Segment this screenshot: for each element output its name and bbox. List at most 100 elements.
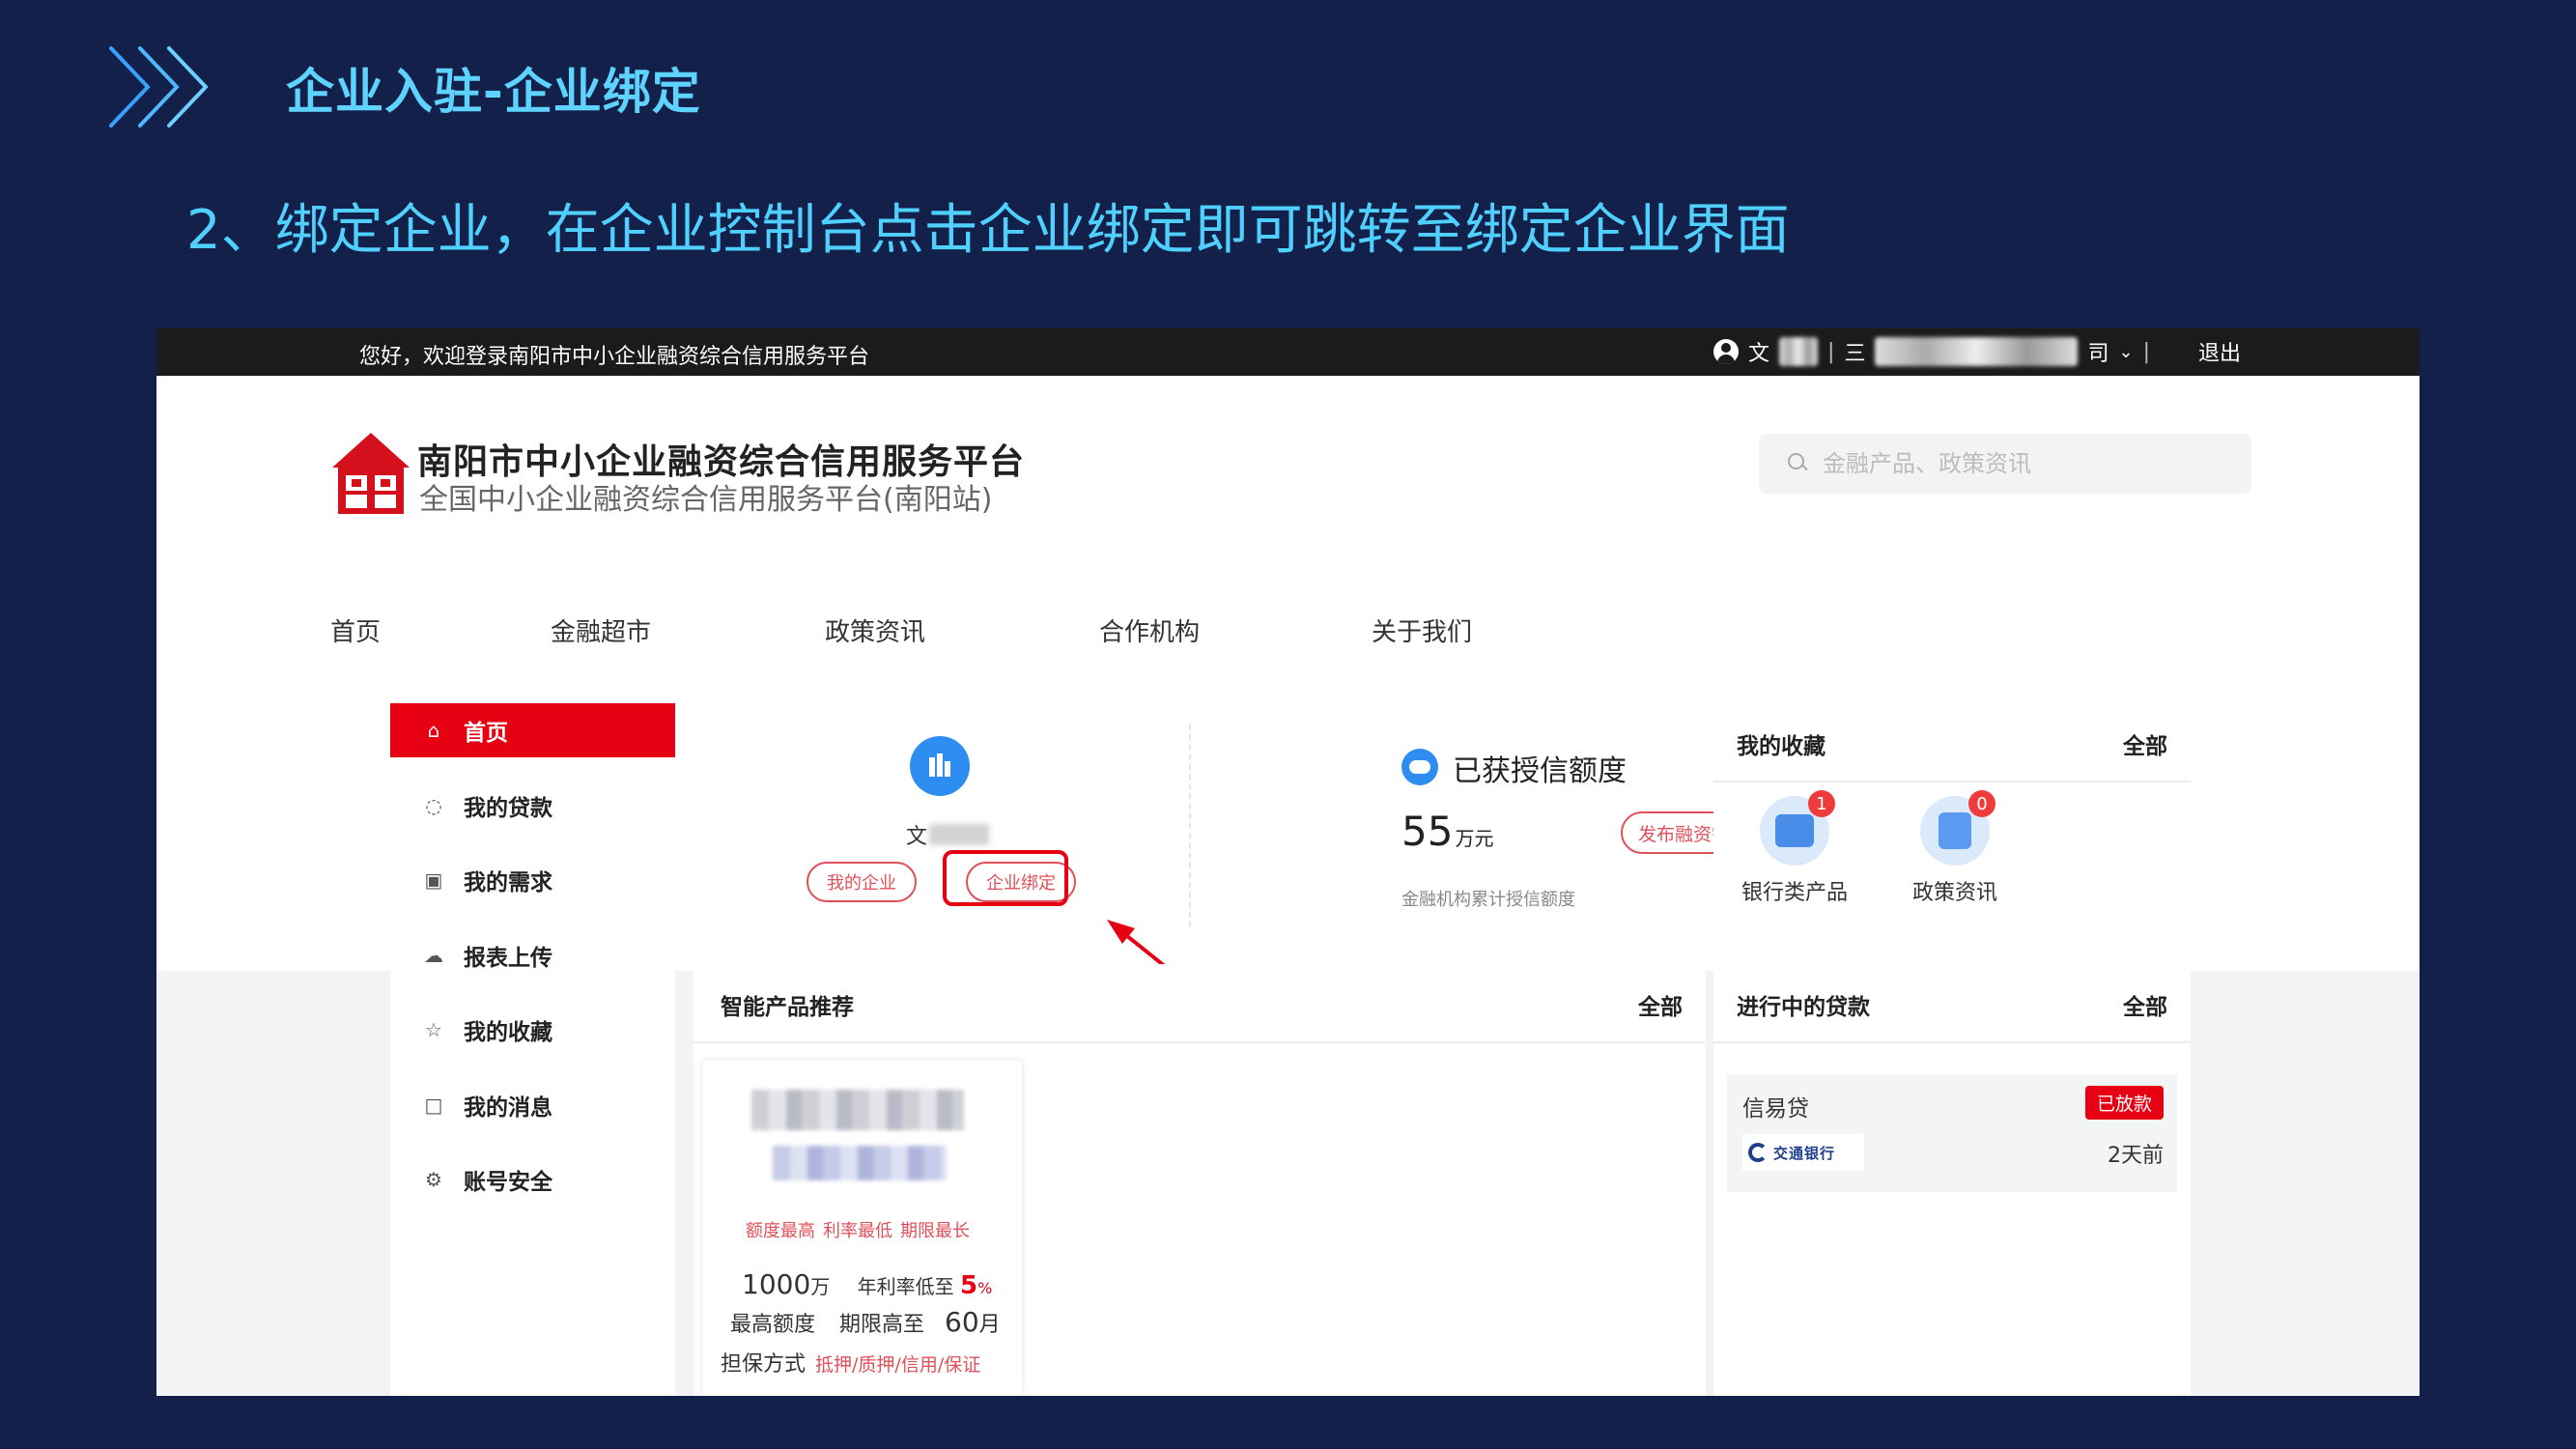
guarantee-value: 抵押/质押/信用/保证 — [815, 1354, 981, 1376]
browser-screenshot: 您好，欢迎登录南阳市中小企业融资综合信用服务平台 文 | 三 司 ⌄ | 退出 … — [156, 328, 2420, 1396]
sidebar-item-account-security[interactable]: ⚙ 账号安全 — [390, 1152, 675, 1207]
blurred-username — [929, 824, 990, 845]
chevrons-icon — [109, 46, 209, 128]
sidebar-item-home[interactable]: ⌂ 首页 — [390, 703, 675, 757]
profile-card: 文 我的企业 企业绑定 已获授信额度 55 万元 发布融资需求 金融机构累计授信额… — [694, 703, 1766, 945]
sidebar-item-label: 首页 — [464, 721, 508, 746]
star-icon: ☆ — [425, 1018, 442, 1041]
sidebar-item-label: 我的收藏 — [464, 1020, 552, 1045]
products-all-link[interactable]: 全部 — [1638, 988, 1683, 1021]
amount-label: 最高额度 — [730, 1313, 816, 1337]
coins-icon: ◌ — [425, 793, 442, 817]
separator: | — [2142, 339, 2150, 364]
divider — [1189, 724, 1191, 927]
slide-title: 企业入驻-企业绑定 — [286, 64, 701, 120]
document-icon: 0 — [1920, 790, 1996, 866]
status-badge: 已放款 — [2084, 1086, 2164, 1120]
sidebar-item-my-favorites[interactable]: ☆ 我的收藏 — [390, 1003, 675, 1057]
search-input[interactable] — [1821, 449, 2230, 478]
amount-value: 1000 — [742, 1268, 811, 1300]
separator: | — [1827, 339, 1835, 364]
bank-logo: 交通银行 — [1742, 1134, 1864, 1171]
blurred-company-name — [1875, 337, 2079, 366]
bind-button-highlight — [943, 850, 1068, 906]
console-sidebar: ⌂ 首页 ◌ 我的贷款 ▣ 我的需求 ☁ 报表上传 ☆ 我的收藏 □ 我的消息 … — [390, 703, 675, 1396]
upload-cloud-icon: ☁ — [424, 943, 443, 967]
favorite-policy-news[interactable]: 0 政策资讯 — [1887, 790, 2023, 906]
chevron-down-icon[interactable]: ⌄ — [2118, 342, 2133, 362]
nav-item-about[interactable]: 关于我们 — [1372, 612, 1472, 648]
credit-amount-unit: 万元 — [1455, 827, 1494, 850]
platform-logo-icon — [332, 433, 410, 514]
sidebar-item-report-upload[interactable]: ☁ 报表上传 — [390, 928, 675, 982]
term-value: 60 — [945, 1306, 979, 1338]
credit-amount: 55 万元 — [1401, 808, 1493, 855]
user-area[interactable]: 文 | 三 司 ⌄ | 退出 — [1713, 336, 2241, 367]
nav-item-partners[interactable]: 合作机构 — [1099, 612, 1372, 648]
rate-value: 5 — [959, 1271, 978, 1300]
nav-item-policy-news[interactable]: 政策资讯 — [825, 612, 1099, 648]
message-icon: □ — [424, 1093, 443, 1117]
favorite-label: 银行类产品 — [1741, 881, 1848, 905]
loan-item[interactable]: 信易贷 已放款 交通银行 2天前 — [1727, 1074, 2177, 1192]
sidebar-item-my-requests[interactable]: ▣ 我的需求 — [390, 853, 675, 907]
top-bar: 您好，欢迎登录南阳市中小企业融资综合信用服务平台 文 | 三 司 ⌄ | 退出 — [156, 328, 2420, 376]
guarantee-label: 担保方式 — [721, 1352, 807, 1377]
count-badge: 1 — [1808, 790, 1835, 817]
card-header: 智能产品推荐 全部 — [694, 964, 1706, 1043]
term-label: 期限高至 — [839, 1313, 925, 1337]
favorites-all-link[interactable]: 全部 — [2123, 727, 2167, 760]
company-suffix: 司 — [2087, 342, 2109, 366]
sidebar-item-my-loans[interactable]: ◌ 我的贷款 — [390, 779, 675, 833]
sidebar-item-label: 我的贷款 — [464, 795, 552, 821]
blurred-bank-name — [773, 1146, 947, 1180]
sidebar-item-label: 账号安全 — [464, 1170, 552, 1195]
gear-icon: ⚙ — [425, 1168, 442, 1191]
product-labels-row: 最高额度 期限高至 60月 — [730, 1306, 1001, 1338]
home-icon: ⌂ — [427, 719, 440, 742]
loan-time: 2天前 — [2108, 1144, 2164, 1168]
user-name-prefix: 文 — [906, 825, 928, 849]
welcome-text: 您好，欢迎登录南阳市中小企业融资综合信用服务平台 — [359, 345, 870, 369]
product-amount-rate-row: 1000万 年利率低至 5% — [742, 1268, 992, 1300]
slide-subtitle: 2、绑定企业，在企业控制台点击企业绑定即可跳转至绑定企业界面 — [186, 199, 1790, 262]
products-title: 智能产品推荐 — [721, 995, 854, 1020]
loans-title: 进行中的贷款 — [1737, 995, 1870, 1020]
loan-name: 信易贷 — [1742, 1096, 1809, 1122]
term-unit: 月 — [978, 1313, 1001, 1337]
sidebar-item-label: 我的消息 — [464, 1094, 552, 1121]
search-box[interactable] — [1759, 434, 2251, 494]
product-tags: 额度最高 利率最低 期限最长 — [746, 1217, 977, 1242]
bank-card-icon: 1 — [1760, 790, 1835, 866]
user-name: 文 — [906, 819, 990, 850]
blurred-product-name — [751, 1090, 964, 1130]
tag: 期限最长 — [900, 1221, 970, 1241]
favorites-card: 我的收藏 全部 1 银行类产品 0 政策资讯 — [1713, 703, 2191, 945]
company-building-icon — [910, 736, 970, 796]
credit-amount-value: 55 — [1401, 808, 1454, 855]
nav-item-home[interactable]: 首页 — [330, 612, 551, 648]
blurred-username — [1779, 337, 1819, 366]
card-header: 进行中的贷款 全部 — [1713, 964, 2191, 1043]
rate-unit: % — [977, 1279, 993, 1297]
count-badge: 0 — [1968, 790, 1996, 817]
request-icon: ▣ — [424, 868, 443, 892]
credit-title: 已获授信额度 — [1453, 754, 1627, 788]
bank-logo-icon — [1748, 1143, 1768, 1162]
my-company-button[interactable]: 我的企业 — [807, 862, 917, 902]
product-card[interactable]: 额度最高 利率最低 期限最长 1000万 年利率低至 5% 最高额度 期限高至 60… — [703, 1061, 1022, 1396]
logout-link[interactable]: 退出 — [2198, 336, 2241, 367]
sidebar-item-my-messages[interactable]: □ 我的消息 — [390, 1078, 675, 1132]
search-icon[interactable] — [1788, 453, 1809, 474]
favorites-title: 我的收藏 — [1737, 734, 1826, 759]
avatar-icon — [1713, 339, 1739, 364]
credit-note: 金融机构累计授信额度 — [1401, 890, 1575, 910]
loans-all-link[interactable]: 全部 — [2123, 988, 2167, 1021]
favorite-bank-products[interactable]: 1 银行类产品 — [1727, 790, 1862, 906]
tag: 额度最高 — [746, 1221, 815, 1241]
favorite-label: 政策资讯 — [1911, 881, 1997, 905]
nav-item-finance-market[interactable]: 金融超市 — [551, 612, 825, 648]
company-prefix: 三 — [1844, 342, 1866, 366]
sidebar-item-label: 报表上传 — [464, 945, 552, 971]
amount-unit: 万 — [810, 1275, 831, 1298]
